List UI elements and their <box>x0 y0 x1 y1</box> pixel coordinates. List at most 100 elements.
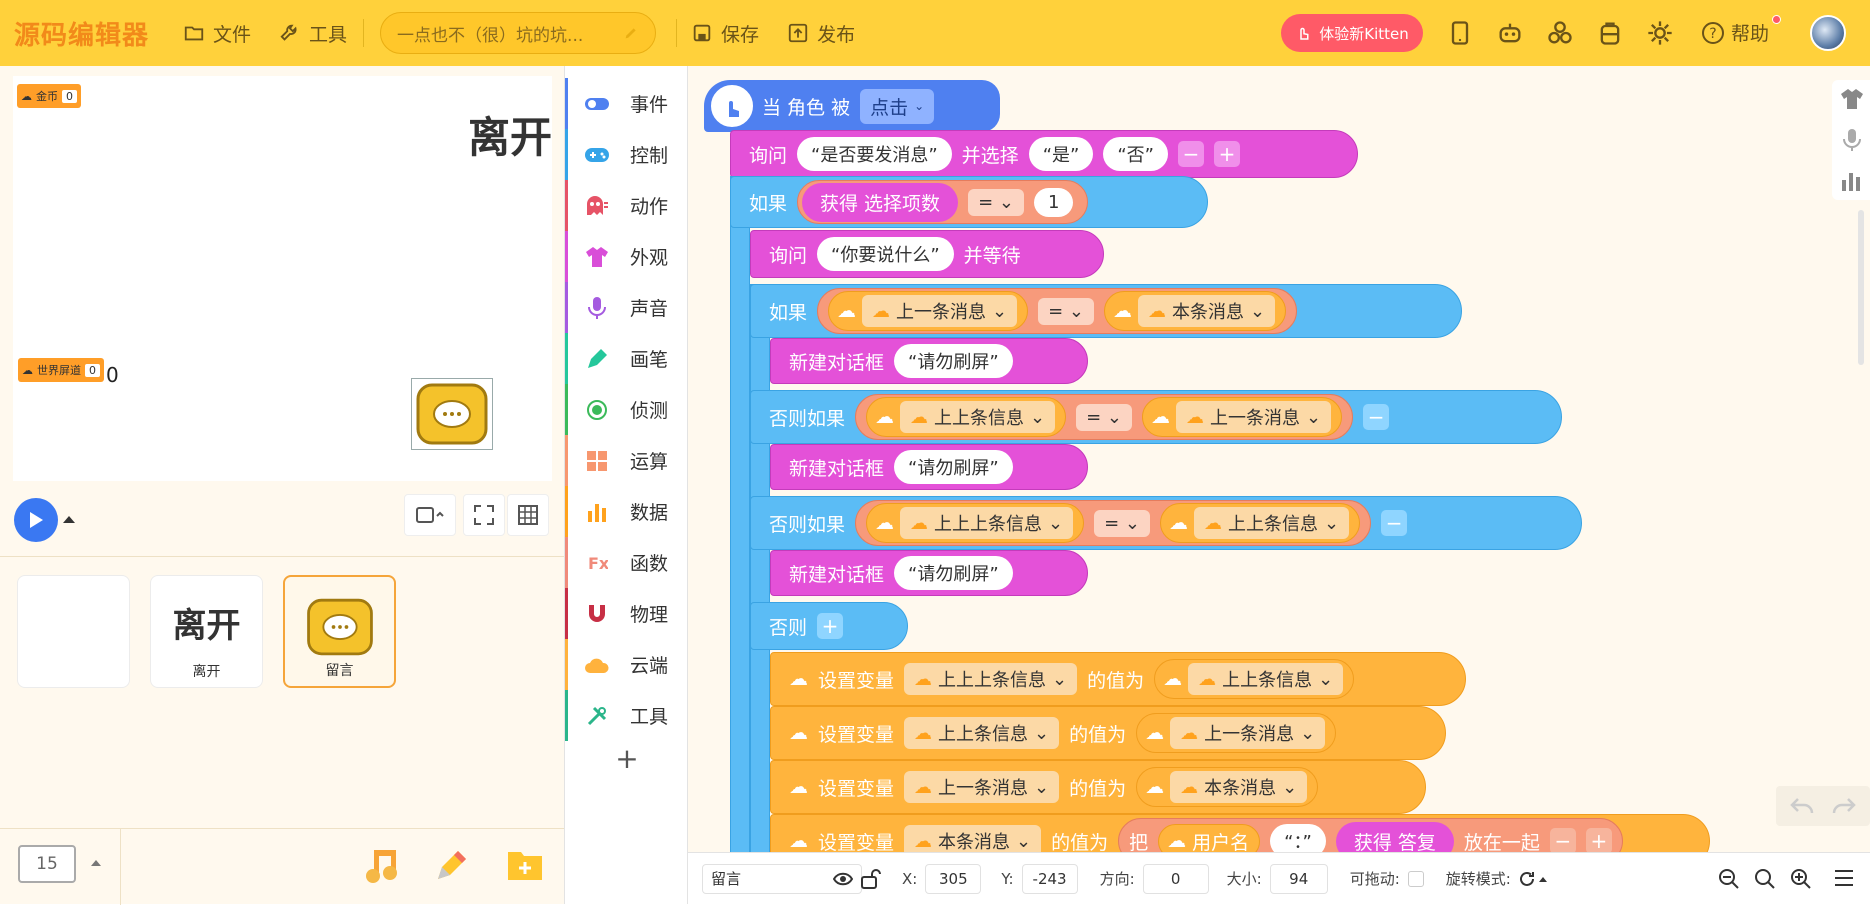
remove-branch-button[interactable]: − <box>1381 510 1408 536</box>
question-input[interactable]: “是否要发消息” <box>797 137 952 171</box>
sprite-card-leave[interactable]: 离开 离开 <box>150 575 263 688</box>
add-branch-button[interactable]: + <box>817 613 844 639</box>
menu-icon[interactable] <box>1834 869 1854 887</box>
operator-dropdown[interactable]: = ⌄ <box>1094 509 1151 537</box>
variable-monitor-coins[interactable]: ☁ 金币 0 <box>17 84 81 108</box>
cloud-get-reporter[interactable]: ☁ ☁ 上上条信息 ⌄ <box>1160 503 1361 543</box>
sprite-card-message[interactable]: 留言 <box>283 575 396 688</box>
if-choice-block[interactable]: 如果 获得 选择项数 = ⌄ 1 <box>730 176 1208 228</box>
selected-sprite-bounds[interactable] <box>411 378 493 450</box>
category-sound[interactable]: 声音 <box>565 282 689 333</box>
option-yes-input[interactable]: “是” <box>1028 137 1094 171</box>
cloud-get-reporter[interactable]: ☁ ☁ 本条消息 ⌄ <box>1104 291 1287 331</box>
zoom-in-icon[interactable] <box>1790 868 1812 890</box>
backpack-icon[interactable] <box>1596 19 1624 47</box>
cloud-get-reporter[interactable]: ☁ ☁ 上一条消息 ⌄ <box>1142 397 1343 437</box>
category-sensing[interactable]: 侦测 <box>565 384 689 435</box>
cloud-get-reporter[interactable]: ☁ 用户名 <box>1158 823 1261 852</box>
publish-button[interactable]: 发布 <box>787 20 855 47</box>
cloud-var-dropdown[interactable]: ☁ 上一条消息 ⌄ <box>1176 401 1332 433</box>
microphone-icon[interactable] <box>1842 128 1862 152</box>
category-motion[interactable]: 动作 <box>565 180 689 231</box>
operator-dropdown[interactable]: = ⌄ <box>968 188 1024 216</box>
y-field[interactable]: -243 <box>1021 863 1078 894</box>
help-button[interactable]: ? 帮助 <box>1701 19 1769 46</box>
stage-canvas[interactable]: ☁ 金币 0 ☁ 世界屏道 0 0 离开 <box>13 76 552 481</box>
ask-wait-block[interactable]: 询问 “你要说什么” 并等待 <box>750 230 1104 278</box>
dialog-text-input[interactable]: “请勿刷屏” <box>894 344 1013 378</box>
tablet-icon[interactable] <box>1446 19 1474 47</box>
equals-operator[interactable]: 获得 选择项数 = ⌄ 1 <box>797 180 1089 224</box>
code-workspace[interactable]: 当 角色 被 点击 ⌄ 询问 “是否要发消息” 并选择 “是” “否” − + … <box>688 66 1870 852</box>
zoom-reset-icon[interactable] <box>1754 868 1776 890</box>
event-dropdown[interactable]: 点击 ⌄ <box>860 88 935 124</box>
question-input[interactable]: “你要说什么” <box>817 237 954 271</box>
draggable-checkbox[interactable] <box>1407 870 1424 887</box>
scene-selector[interactable]: 15 <box>18 845 76 883</box>
add-item-button[interactable]: + <box>1585 828 1612 852</box>
add-extension-button[interactable]: + <box>565 742 689 775</box>
unlock-icon[interactable] <box>860 868 882 889</box>
shirt-icon[interactable] <box>1840 88 1864 110</box>
operator-dropdown[interactable]: = ⌄ <box>1076 403 1133 431</box>
add-option-button[interactable]: + <box>1214 141 1240 167</box>
cloud-get-reporter[interactable]: ☁ ☁ 上一条消息 ⌄ <box>828 291 1029 331</box>
category-control[interactable]: 控制 <box>565 129 689 180</box>
project-title-field[interactable]: 一点也不（很）坑的坑... <box>380 12 657 54</box>
else-if-block[interactable]: 否则如果 ☁ ☁ 上上条信息 ⌄ = ⌄ ☁ ☁ 上一条消息 ⌄ − <box>750 390 1562 444</box>
grid-button[interactable] <box>507 494 549 536</box>
set-cloud-var-block[interactable]: ☁ 设置变量 ☁ 本条消息 ⌄ 的值为 把 ☁ 用户名 “：” 获得 答复 放在一起… <box>770 814 1710 852</box>
category-tools[interactable]: 工具 <box>565 690 689 741</box>
workspace-scrollbar[interactable] <box>1858 210 1864 365</box>
save-button[interactable]: 保存 <box>691 20 759 47</box>
if-message-block[interactable]: 如果 ☁ ☁ 上一条消息 ⌄ = ⌄ ☁ ☁ 本条消息 ⌄ <box>750 284 1462 338</box>
add-folder-icon[interactable] <box>506 847 544 883</box>
cloud-var-dropdown[interactable]: ☁ 上上条信息 ⌄ <box>1188 663 1344 695</box>
category-physics[interactable]: 物理 <box>565 588 689 639</box>
dialog-text-input[interactable]: “请勿刷屏” <box>894 450 1013 484</box>
robot-icon[interactable] <box>1496 19 1524 47</box>
new-dialog-block[interactable]: 新建对话框 “请勿刷屏” <box>770 444 1088 490</box>
extensions-icon[interactable] <box>1546 19 1574 47</box>
cloud-var-dropdown[interactable]: ☁ 上一条消息 ⌄ <box>1170 717 1326 749</box>
set-cloud-var-block[interactable]: ☁ 设置变量 ☁ 上一条消息 ⌄ 的值为 ☁ ☁ 本条消息 ⌄ <box>770 760 1426 814</box>
category-pen[interactable]: 画笔 <box>565 333 689 384</box>
category-events[interactable]: 事件 <box>565 78 689 129</box>
new-dialog-block[interactable]: 新建对话框 “请勿刷屏” <box>770 550 1088 596</box>
number-input[interactable]: 1 <box>1033 187 1074 217</box>
category-data[interactable]: 数据 <box>565 486 689 537</box>
cloud-get-reporter[interactable]: ☁ ☁ 本条消息 ⌄ <box>1136 767 1319 807</box>
category-operators[interactable]: 运算 <box>565 435 689 486</box>
direction-field[interactable]: 0 <box>1142 863 1209 894</box>
dialog-text-input[interactable]: “请勿刷屏” <box>894 556 1013 590</box>
cloud-get-reporter[interactable]: ☁ ☁ 上一条消息 ⌄ <box>1136 713 1337 753</box>
sprite-name-field[interactable]: 留言 <box>702 863 862 894</box>
else-block[interactable]: 否则 + <box>750 602 908 650</box>
play-button[interactable] <box>14 498 58 542</box>
cloud-var-dropdown[interactable]: ☁ 上上条信息 ⌄ <box>1194 507 1350 539</box>
remove-option-button[interactable]: − <box>1178 141 1204 167</box>
eye-icon[interactable] <box>833 872 853 886</box>
cloud-var-dropdown[interactable]: ☁ 上上条信息 ⌄ <box>900 401 1056 433</box>
cloud-var-dropdown[interactable]: ☁ 上一条消息 ⌄ <box>904 771 1060 803</box>
cloud-var-dropdown[interactable]: ☁ 本条消息 ⌄ <box>904 825 1042 852</box>
category-looks[interactable]: 外观 <box>565 231 689 282</box>
cloud-var-dropdown[interactable]: ☁ 本条消息 ⌄ <box>1170 771 1308 803</box>
fullscreen-button[interactable] <box>463 494 505 536</box>
equals-operator[interactable]: ☁ ☁ 上上上条信息 ⌄ = ⌄ ☁ ☁ 上上条信息 ⌄ <box>855 500 1372 546</box>
leave-sprite[interactable]: 离开 <box>468 104 552 165</box>
sprite-card-background[interactable] <box>17 575 130 688</box>
new-dialog-block[interactable]: 新建对话框 “请勿刷屏” <box>770 338 1088 384</box>
avatar[interactable] <box>1810 15 1846 51</box>
try-kitten-button[interactable]: 体验新Kitten <box>1281 14 1423 52</box>
set-cloud-var-block[interactable]: ☁ 设置变量 ☁ 上上条信息 ⌄ 的值为 ☁ ☁ 上一条消息 ⌄ <box>770 706 1446 760</box>
get-answer-reporter[interactable]: 获得 答复 <box>1335 821 1454 852</box>
music-icon[interactable] <box>362 847 400 885</box>
else-if-block[interactable]: 否则如果 ☁ ☁ 上上上条信息 ⌄ = ⌄ ☁ ☁ 上上条信息 ⌄ − <box>750 496 1582 550</box>
cloud-var-dropdown[interactable]: ☁ 上一条消息 ⌄ <box>862 295 1018 327</box>
event-hat-block[interactable]: 当 角色 被 点击 ⌄ <box>704 80 1000 132</box>
cloud-var-dropdown[interactable]: ☁ 上上条信息 ⌄ <box>904 717 1060 749</box>
separator-input[interactable]: “：” <box>1270 824 1326 852</box>
variable-monitor-world[interactable]: ☁ 世界屏道 0 <box>18 358 104 382</box>
category-functions[interactable]: Fx 函数 <box>565 537 689 588</box>
